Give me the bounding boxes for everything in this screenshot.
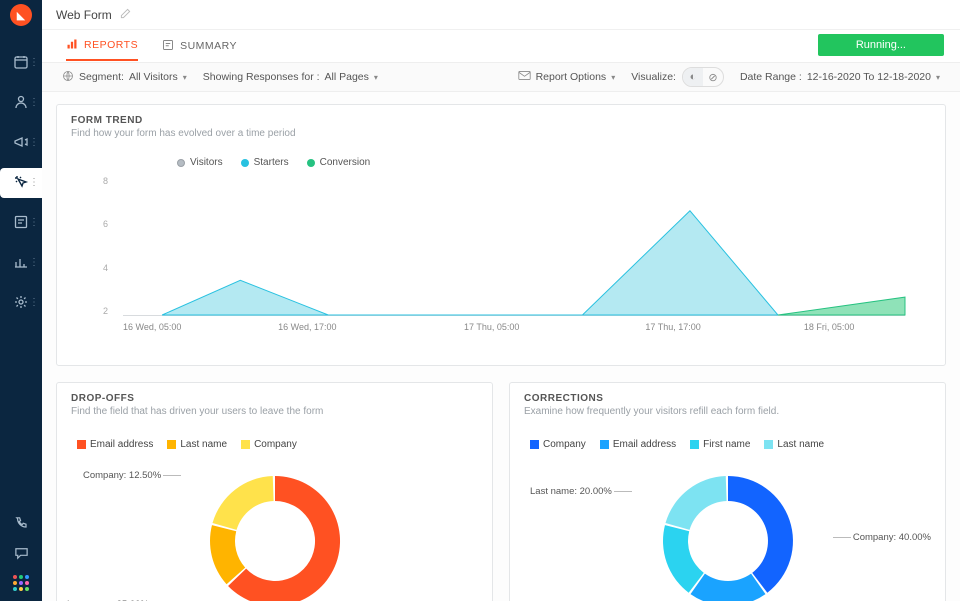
tab-summary[interactable]: SUMMARY — [162, 33, 237, 60]
tab-reports-label: REPORTS — [84, 39, 138, 51]
label-company: Company: 40.00% — [833, 532, 931, 543]
segment-filter[interactable]: Segment: All Visitors ▾ — [62, 70, 187, 85]
megaphone-icon — [13, 134, 29, 153]
page-title: Web Form — [56, 8, 112, 22]
legend-last: Last name — [764, 439, 824, 450]
legend-company: Company — [241, 439, 297, 450]
corrections-subtitle: Examine how frequently your visitors ref… — [524, 406, 931, 417]
date-range-label: Date Range : — [740, 71, 802, 83]
legend-company: Company — [530, 439, 586, 450]
chevron-down-icon: ▾ — [611, 73, 615, 82]
cursor-click-icon — [13, 174, 29, 193]
chevron-down-icon: ▾ — [936, 73, 940, 82]
segment-label: Segment: — [79, 71, 124, 83]
main-content: Web Form REPORTS SUMMARY Running... Segm… — [42, 0, 960, 601]
legend-email: Email address — [77, 439, 153, 450]
chevron-down-icon: ▾ — [374, 73, 378, 82]
responses-label: Showing Responses for : — [203, 71, 320, 83]
legend-last: Last name — [167, 439, 227, 450]
app-logo: ◣ — [0, 0, 42, 30]
legend-visitors: Visitors — [177, 157, 223, 168]
edit-title-icon[interactable] — [120, 8, 131, 22]
responses-value: All Pages — [325, 71, 369, 83]
responses-filter[interactable]: Showing Responses for : All Pages ▾ — [203, 71, 378, 83]
calendar-icon — [13, 54, 29, 73]
filter-bar: Segment: All Visitors ▾ Showing Response… — [42, 62, 960, 92]
label-last: Last name: 20.00% — [530, 486, 632, 497]
date-range[interactable]: Date Range : 12-16-2020 To 12-18-2020 ▾ — [740, 71, 940, 83]
tab-summary-label: SUMMARY — [180, 40, 237, 52]
user-icon — [13, 94, 29, 113]
vis-heatmap-button[interactable]: ◐ — [683, 68, 703, 86]
dropoffs-title: DROP-OFFS — [71, 393, 478, 404]
dropoffs-subtitle: Find the field that has driven your user… — [71, 406, 478, 417]
nav-megaphone[interactable]: ⋮ — [0, 128, 42, 158]
vis-other-button[interactable]: ⊘ — [703, 68, 723, 86]
nav-click[interactable]: ⋮ — [0, 168, 42, 198]
globe-icon — [62, 70, 74, 85]
trend-chart: 8642 16 Wed, 05:00 16 Wed, 17:00 — [117, 176, 925, 351]
trend-subtitle: Find how your form has evolved over a ti… — [71, 128, 931, 139]
dropoffs-chart: Company: 12.50% Last name: 25.00% — [71, 466, 478, 601]
card-dropoffs: DROP-OFFS Find the field that has driven… — [56, 382, 493, 601]
trend-title: FORM TREND — [71, 115, 931, 126]
summary-icon — [162, 39, 174, 54]
legend-first: First name — [690, 439, 750, 450]
bar-chart-icon — [13, 254, 29, 273]
nav-settings[interactable]: ⋮ — [0, 288, 42, 318]
nav-form[interactable]: ⋮ — [0, 208, 42, 238]
legend-conversion: Conversion — [307, 157, 371, 168]
tab-bar: REPORTS SUMMARY Running... — [42, 30, 960, 62]
phone-icon[interactable] — [14, 515, 29, 533]
apps-icon[interactable] — [13, 575, 29, 591]
chevron-down-icon: ▾ — [183, 73, 187, 82]
reports-icon — [66, 38, 78, 53]
nav-calendar[interactable]: ⋮ — [0, 48, 42, 78]
visualize-label: Visualize: — [631, 71, 676, 83]
legend-email: Email address — [600, 439, 676, 450]
date-range-value: 12-16-2020 To 12-18-2020 — [807, 71, 931, 83]
running-button-label: Running... — [856, 39, 906, 51]
legend-starters: Starters — [241, 157, 289, 168]
label-company: Company: 12.50% — [83, 470, 181, 481]
corrections-legend: Company Email address First name Last na… — [530, 439, 931, 450]
report-options[interactable]: Report Options ▾ — [518, 70, 616, 84]
report-options-label: Report Options — [536, 71, 607, 83]
tab-reports[interactable]: REPORTS — [66, 32, 138, 61]
visualize-toggle: Visualize: ◐ ⊘ — [631, 67, 724, 87]
segment-value: All Visitors — [129, 71, 178, 83]
nav-user[interactable]: ⋮ — [0, 88, 42, 118]
corrections-chart: Company: 40.00% Last name: 20.00% — [524, 466, 931, 601]
chat-icon[interactable] — [14, 545, 29, 563]
corrections-title: CORRECTIONS — [524, 393, 931, 404]
dropoffs-legend: Email address Last name Company — [77, 439, 478, 450]
card-form-trend: FORM TREND Find how your form has evolve… — [56, 104, 946, 366]
form-icon — [13, 214, 29, 233]
gear-icon — [13, 294, 29, 313]
title-bar: Web Form — [42, 0, 960, 30]
nav-chart[interactable]: ⋮ — [0, 248, 42, 278]
trend-legend: Visitors Starters Conversion — [177, 157, 925, 168]
running-button[interactable]: Running... — [818, 34, 944, 56]
mail-icon — [518, 70, 531, 84]
card-corrections: CORRECTIONS Examine how frequently your … — [509, 382, 946, 601]
sidebar: ◣ ⋮ ⋮ ⋮ ⋮ ⋮ ⋮ ⋮ — [0, 0, 42, 601]
